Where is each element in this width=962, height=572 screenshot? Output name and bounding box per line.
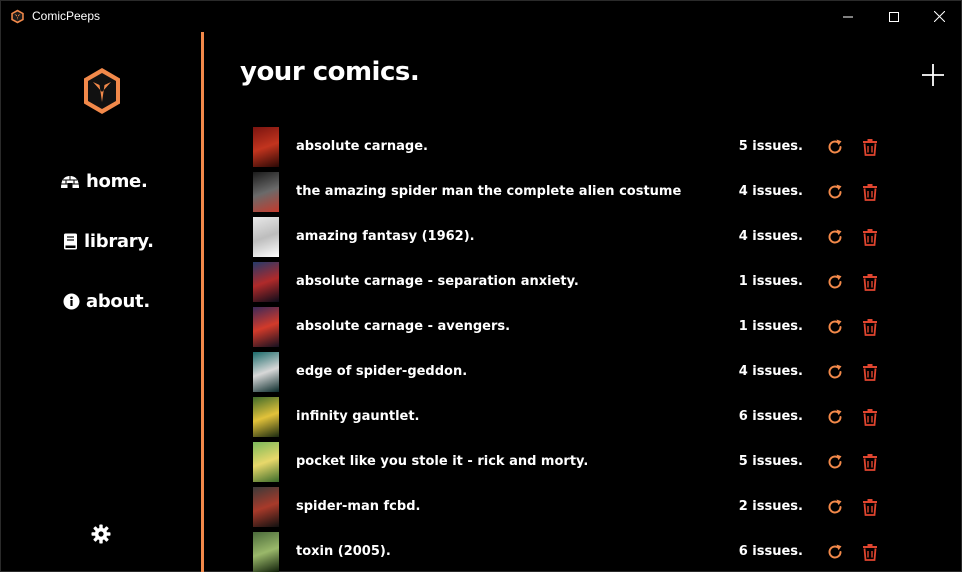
- sidebar-item-label: library.: [84, 231, 154, 252]
- comic-title[interactable]: toxin (2005).: [296, 544, 391, 559]
- comic-row[interactable]: amazing fantasy (1962). 4 issues.: [241, 215, 891, 260]
- comic-row[interactable]: infinity gauntlet. 6 issues.: [241, 395, 891, 440]
- refresh-icon[interactable]: [826, 228, 844, 246]
- trash-icon[interactable]: [861, 408, 879, 426]
- sidebar-item-label: about.: [86, 291, 150, 312]
- window-title: ComicPeeps: [32, 9, 101, 23]
- add-comic-button[interactable]: [921, 63, 945, 87]
- app-logo-icon[interactable]: [81, 66, 123, 116]
- comic-cover-thumbnail[interactable]: [253, 172, 279, 212]
- issue-count: 4 issues.: [738, 364, 803, 379]
- comic-cover-thumbnail[interactable]: [253, 487, 279, 527]
- info-icon: [63, 293, 80, 310]
- comic-row[interactable]: the amazing spider man the complete alie…: [241, 170, 891, 215]
- trash-icon[interactable]: [861, 498, 879, 516]
- close-button[interactable]: [916, 1, 962, 32]
- comic-title[interactable]: infinity gauntlet.: [296, 409, 420, 424]
- trash-icon[interactable]: [861, 183, 879, 201]
- minimize-button[interactable]: [825, 1, 871, 32]
- comic-cover-thumbnail[interactable]: [253, 352, 279, 392]
- sidebar-item-home[interactable]: home.: [60, 171, 148, 192]
- comic-cover-thumbnail[interactable]: [253, 532, 279, 572]
- issue-count: 6 issues.: [738, 544, 803, 559]
- refresh-icon[interactable]: [826, 453, 844, 471]
- comic-title[interactable]: edge of spider-geddon.: [296, 364, 467, 379]
- close-icon: [933, 11, 945, 22]
- issue-count: 6 issues.: [738, 409, 803, 424]
- comic-list: absolute carnage. 5 issues. the amazing …: [241, 125, 891, 572]
- comic-row[interactable]: absolute carnage - avengers. 1 issues.: [241, 305, 891, 350]
- app-logo-icon: [11, 9, 24, 24]
- comic-cover-thumbnail[interactable]: [253, 127, 279, 167]
- trash-icon[interactable]: [861, 228, 879, 246]
- comic-title[interactable]: the amazing spider man the complete alie…: [296, 184, 681, 199]
- issue-count: 2 issues.: [738, 499, 803, 514]
- maximize-button[interactable]: [871, 1, 917, 32]
- issue-count: 1 issues.: [738, 319, 803, 334]
- comic-cover-thumbnail[interactable]: [253, 397, 279, 437]
- comic-title[interactable]: spider-man fcbd.: [296, 499, 420, 514]
- refresh-icon[interactable]: [826, 318, 844, 336]
- comic-cover-thumbnail[interactable]: [253, 262, 279, 302]
- issue-count: 4 issues.: [738, 229, 803, 244]
- refresh-icon[interactable]: [826, 273, 844, 291]
- comic-title[interactable]: amazing fantasy (1962).: [296, 229, 475, 244]
- sidebar-item-label: home.: [86, 171, 148, 192]
- refresh-icon[interactable]: [826, 138, 844, 156]
- minimize-icon: [843, 16, 853, 17]
- comic-row[interactable]: toxin (2005). 6 issues.: [241, 530, 891, 572]
- comic-title[interactable]: absolute carnage - avengers.: [296, 319, 510, 334]
- comic-row[interactable]: edge of spider-geddon. 4 issues.: [241, 350, 891, 395]
- trash-icon[interactable]: [861, 453, 879, 471]
- refresh-icon[interactable]: [826, 183, 844, 201]
- sidebar-divider: [201, 32, 204, 572]
- issue-count: 5 issues.: [738, 139, 803, 154]
- issue-count: 4 issues.: [738, 184, 803, 199]
- trash-icon[interactable]: [861, 318, 879, 336]
- sidebar-item-about[interactable]: about.: [63, 291, 150, 312]
- comic-title[interactable]: pocket like you stole it - rick and mort…: [296, 454, 588, 469]
- refresh-icon[interactable]: [826, 543, 844, 561]
- title-bar[interactable]: ComicPeeps: [1, 1, 962, 32]
- book-icon: [64, 233, 77, 250]
- trash-icon[interactable]: [861, 138, 879, 156]
- refresh-icon[interactable]: [826, 498, 844, 516]
- gear-icon[interactable]: [91, 524, 111, 544]
- refresh-icon[interactable]: [826, 408, 844, 426]
- comic-cover-thumbnail[interactable]: [253, 307, 279, 347]
- comic-row[interactable]: absolute carnage - separation anxiety. 1…: [241, 260, 891, 305]
- trash-icon[interactable]: [861, 273, 879, 291]
- refresh-icon[interactable]: [826, 363, 844, 381]
- trash-icon[interactable]: [861, 363, 879, 381]
- comic-cover-thumbnail[interactable]: [253, 442, 279, 482]
- comic-cover-thumbnail[interactable]: [253, 217, 279, 257]
- issue-count: 1 issues.: [738, 274, 803, 289]
- igloo-icon: [61, 175, 79, 188]
- sidebar: home. library. about.: [1, 32, 201, 572]
- app-window: ComicPeeps home. library. about. your co…: [0, 0, 962, 572]
- sidebar-item-library[interactable]: library.: [63, 231, 154, 252]
- comic-row[interactable]: absolute carnage. 5 issues.: [241, 125, 891, 170]
- page-title: your comics.: [240, 57, 420, 87]
- comic-title[interactable]: absolute carnage - separation anxiety.: [296, 274, 579, 289]
- comic-row[interactable]: pocket like you stole it - rick and mort…: [241, 440, 891, 485]
- issue-count: 5 issues.: [738, 454, 803, 469]
- maximize-icon: [889, 11, 899, 22]
- trash-icon[interactable]: [861, 543, 879, 561]
- comic-title[interactable]: absolute carnage.: [296, 139, 428, 154]
- comic-row[interactable]: spider-man fcbd. 2 issues.: [241, 485, 891, 530]
